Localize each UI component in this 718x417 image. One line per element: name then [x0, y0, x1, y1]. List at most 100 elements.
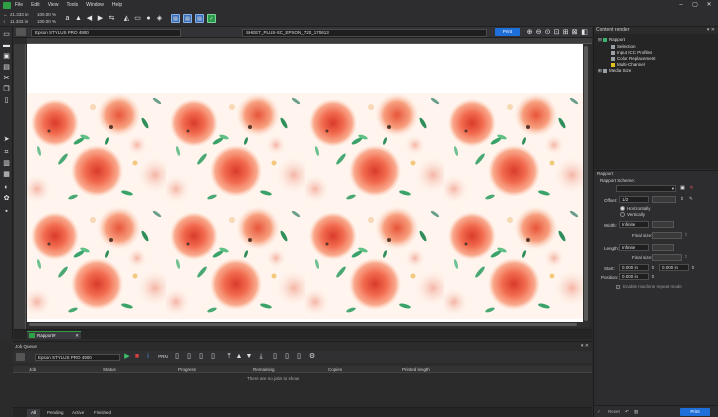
col-printed-length[interactable]: Printed length [402, 367, 430, 372]
dashboard-3-icon[interactable]: ▤ [195, 14, 204, 23]
grid-icon[interactable]: ▦ [2, 171, 11, 179]
width-select[interactable]: Infinite [619, 221, 649, 228]
ruler-tool-icon[interactable]: ▥ [2, 160, 11, 168]
drop-icon[interactable]: ● [144, 14, 153, 23]
panel-pin-icon[interactable]: ▾ ✕ [581, 343, 589, 349]
col-progress[interactable]: Progress [178, 367, 196, 372]
settings-gear-icon[interactable]: ⚙ [308, 353, 316, 361]
doc-icon-7[interactable]: ▯ [295, 353, 303, 361]
tree-node-media-size[interactable]: ⊞ Media Size [598, 68, 631, 74]
arrow-right-icon[interactable]: ▶ [96, 14, 105, 23]
crop-icon[interactable]: ◭ [122, 14, 131, 23]
zoom-in-icon[interactable]: ⊕ [525, 28, 534, 37]
open-folder-icon[interactable]: ▬ [2, 42, 11, 50]
stop-queue-icon[interactable]: ■ [133, 353, 141, 361]
menu-view[interactable]: View [48, 2, 59, 8]
move-top-icon[interactable]: ⤒ [225, 353, 233, 361]
pointer-icon[interactable]: ➤ [2, 136, 11, 144]
horizontal-scrollbar[interactable] [27, 322, 583, 327]
width-value[interactable]: 21.333 in [10, 12, 29, 17]
col-status[interactable]: Status [103, 367, 116, 372]
profile-select[interactable]: SHEET_PLUS-SC_EPSON_720_170613 [242, 28, 487, 37]
move-down-icon[interactable]: ▼ [245, 353, 253, 361]
new-file-icon[interactable]: ▭ [2, 31, 11, 39]
doc-icon-1[interactable]: ▯ [173, 353, 181, 361]
text-tool-icon[interactable]: a [63, 14, 72, 23]
save-scheme-icon[interactable]: ▣ [679, 185, 686, 192]
copy-icon[interactable]: ❐ [2, 86, 11, 94]
panel-print-button[interactable]: Print [680, 408, 710, 416]
tab-all[interactable]: All [27, 409, 41, 417]
start-y-stepper-icon[interactable]: ⇕ [691, 265, 695, 271]
width-percent[interactable]: 100.00 % [37, 12, 56, 17]
rapport-scheme-select[interactable]: ▾ [616, 185, 676, 192]
col-copies[interactable]: Copies [328, 367, 342, 372]
start-x-field[interactable]: 0.000 in [619, 264, 649, 271]
machine-repeat-checkbox[interactable] [616, 285, 620, 289]
horizontally-radio[interactable] [620, 206, 625, 211]
layout-icon[interactable]: ▪ [2, 208, 11, 216]
arrow-left-icon[interactable]: ◀ [85, 14, 94, 23]
vertical-scrollbar[interactable] [583, 44, 589, 327]
move-bottom-icon[interactable]: ⤓ [257, 353, 265, 361]
zoom-width-icon[interactable]: ⊡ [552, 28, 561, 37]
zoom-fit-icon[interactable]: ⊙ [543, 28, 552, 37]
vertically-radio[interactable] [620, 212, 625, 217]
move-up-icon[interactable]: ▲ [235, 353, 243, 361]
start-y-field[interactable]: 0.000 in [659, 264, 689, 271]
menu-file[interactable]: File [15, 2, 23, 8]
undo-icon[interactable]: ↶ [625, 409, 629, 415]
zoom-actual-icon[interactable]: ⊠ [570, 28, 579, 37]
doc-icon-4[interactable]: ▯ [209, 353, 217, 361]
cut-icon[interactable]: ✂ [2, 75, 11, 83]
tab-finished[interactable]: Finished [90, 409, 115, 417]
tree-node-multi-channel[interactable]: Multi-Channel [611, 62, 645, 67]
doc-icon-5[interactable]: ▯ [271, 353, 279, 361]
trash-icon[interactable]: ▥ [634, 409, 638, 415]
minimize-icon[interactable]: – [674, 1, 688, 9]
save-icon[interactable]: ▣ [2, 53, 11, 61]
paste-icon[interactable]: ▯ [2, 97, 11, 105]
start-queue-icon[interactable]: ▶ [123, 353, 131, 361]
info-icon[interactable]: i [144, 353, 152, 361]
horizontal-scroll-thumb[interactable] [29, 323, 577, 326]
close-icon[interactable]: ✕ [702, 1, 716, 9]
print-button[interactable]: Print [495, 28, 520, 36]
palette-icon[interactable]: ✿ [2, 195, 11, 203]
doc-icon-6[interactable]: ▯ [283, 353, 291, 361]
scan-icon[interactable]: ◈ [155, 14, 164, 23]
crop-tool-icon[interactable]: ⌗ [2, 149, 11, 157]
doc-icon-3[interactable]: ▯ [197, 353, 205, 361]
printer-select[interactable]: Epson STYLUS PRO 4900 [31, 28, 181, 37]
zoom-height-icon[interactable]: ⊞ [561, 28, 570, 37]
flip-icon[interactable]: ⇆ [107, 14, 116, 23]
position-field[interactable]: 0.000 in [619, 273, 649, 280]
start-x-stepper-icon[interactable]: ⇕ [651, 265, 655, 271]
contrast-icon[interactable]: ◐ [2, 184, 11, 192]
height-percent[interactable]: 100.00 % [37, 19, 56, 24]
offset-link-icon[interactable]: ✎ [689, 196, 693, 202]
fill-icon[interactable]: ▲ [74, 14, 83, 23]
menu-window[interactable]: Window [86, 2, 104, 8]
col-job[interactable]: Job [29, 367, 36, 372]
reset-button[interactable]: Reset [608, 409, 620, 414]
rapport-artwork[interactable] [27, 93, 583, 319]
dashboard-2-icon[interactable]: ▤ [183, 14, 192, 23]
vertical-scroll-thumb[interactable] [584, 46, 588, 321]
prn-icon[interactable]: PRN [157, 353, 169, 361]
offset-stepper-icon[interactable]: ⇕ [680, 196, 684, 202]
tree-node-color-replacement[interactable]: Color Replacement [611, 56, 656, 61]
tab-active[interactable]: Active [68, 409, 88, 417]
menu-help[interactable]: Help [112, 2, 122, 8]
zoom-out-icon[interactable]: ⊖ [534, 28, 543, 37]
position-stepper-icon[interactable]: ⇕ [651, 274, 655, 280]
dashboard-4-icon[interactable]: ✓ [207, 14, 216, 23]
maximize-icon[interactable]: ▢ [688, 1, 702, 9]
tree-node-selection[interactable]: Selection [611, 44, 636, 49]
save-as-icon[interactable]: ▤ [2, 64, 11, 72]
tab-rapport[interactable]: Rapport# ✕ [27, 331, 81, 339]
printer-icon[interactable]: ▭ [133, 14, 142, 23]
height-value[interactable]: 11.333 in [10, 19, 28, 24]
delete-scheme-icon[interactable]: ✕ [688, 185, 695, 192]
tree-node-rapport[interactable]: ⊟ Rapport [598, 37, 625, 43]
